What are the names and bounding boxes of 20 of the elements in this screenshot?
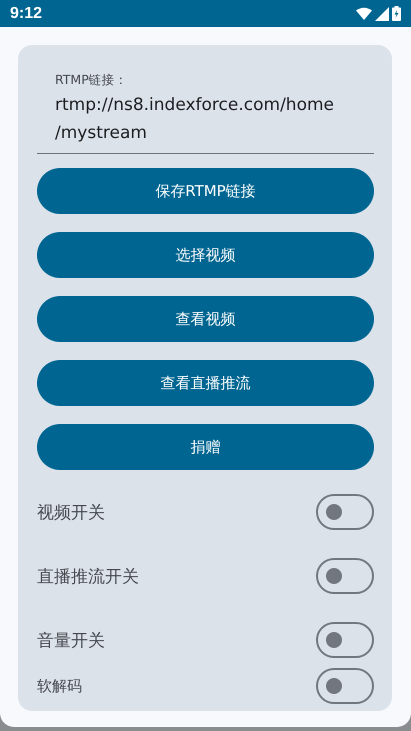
signal-icon	[375, 6, 389, 20]
battery-icon	[392, 6, 401, 21]
toggle-switch[interactable]	[316, 494, 374, 530]
action-button[interactable]: 选择视频	[37, 232, 374, 278]
status-time: 9:12	[10, 4, 42, 22]
wifi-icon	[356, 7, 372, 20]
switch-label: 视频开关	[37, 502, 105, 524]
action-button[interactable]: 捐赠	[37, 424, 374, 470]
field-value: rtmp://ns8.indexforce.com/home /mystream	[55, 94, 335, 145]
toggle-switch[interactable]	[316, 668, 374, 704]
switch-label: 软解码	[37, 676, 82, 696]
switch-label: 直播推流开关	[37, 566, 139, 588]
field-label: RTMP链接：	[55, 72, 129, 89]
action-button[interactable]: 保存RTMP链接	[37, 168, 374, 214]
toggle-switch[interactable]	[316, 558, 374, 594]
action-button[interactable]: 查看直播推流	[37, 360, 374, 406]
toggle-switch[interactable]	[316, 622, 374, 658]
switch-label: 音量开关	[37, 630, 105, 652]
action-button[interactable]: 查看视频	[37, 296, 374, 342]
url-input-field[interactable]: RTMP链接： rtmp://ns8.indexforce.com/home /mystream	[37, 72, 374, 154]
